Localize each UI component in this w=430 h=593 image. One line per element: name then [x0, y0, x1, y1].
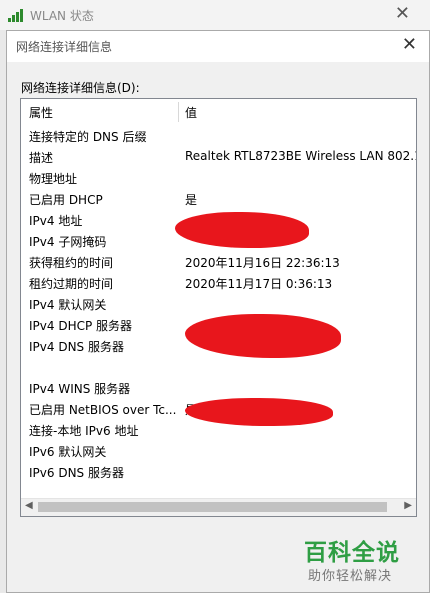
scroll-left-arrow-icon[interactable]: ◀: [25, 500, 33, 511]
table-row[interactable]: 描述 Realtek RTL8723BE Wireless LAN 802.11: [21, 146, 416, 167]
property-cell: 获得租约的时间: [29, 256, 114, 270]
details-group-label: 网络连接详细信息(D):: [21, 81, 140, 95]
property-cell: IPv6 DNS 服务器: [29, 466, 124, 480]
table-row[interactable]: 获得租约的时间 2020年11月16日 22:36:13: [21, 251, 416, 272]
table-row[interactable]: IPv6 默认网关: [21, 440, 416, 461]
listview-header: 属性 值: [21, 99, 416, 125]
table-row[interactable]: 已启用 DHCP 是: [21, 188, 416, 209]
property-cell: 连接-本地 IPv6 地址: [29, 424, 139, 438]
property-cell: 已启用 NetBIOS over Tc...: [29, 403, 177, 417]
property-cell: IPv4 地址: [29, 214, 83, 228]
network-details-dialog: 网络连接详细信息 ✕ 网络连接详细信息(D): 属性 值 连接特定的 DNS 后…: [6, 30, 430, 593]
table-row[interactable]: [21, 356, 416, 377]
wifi-signal-icon: [8, 8, 24, 22]
table-row[interactable]: IPv4 WINS 服务器: [21, 377, 416, 398]
property-cell: IPv4 WINS 服务器: [29, 382, 131, 396]
background-window-title: WLAN 状态: [30, 9, 94, 23]
value-cell: 2020年11月17日 0:36:13: [185, 277, 333, 291]
details-listview[interactable]: 属性 值 连接特定的 DNS 后缀 描述 Realtek RTL8723BE Wi…: [20, 98, 417, 517]
property-cell: 连接特定的 DNS 后缀: [29, 130, 147, 144]
table-row[interactable]: IPv6 DNS 服务器: [21, 461, 416, 482]
property-cell: IPv4 默认网关: [29, 298, 107, 312]
horizontal-scrollbar[interactable]: ◀ ▶: [21, 498, 416, 516]
close-icon[interactable]: ✕: [402, 34, 417, 55]
property-cell: IPv4 子网掩码: [29, 235, 107, 249]
background-window-titlebar: WLAN 状态 ✕: [0, 0, 430, 30]
table-row[interactable]: 租约过期的时间 2020年11月17日 0:36:13: [21, 272, 416, 293]
dialog-title: 网络连接详细信息: [16, 40, 113, 54]
value-cell: Realtek RTL8723BE Wireless LAN 802.11: [185, 149, 417, 163]
value-cell: 2020年11月16日 22:36:13: [185, 256, 340, 270]
scrollbar-thumb[interactable]: [38, 502, 387, 512]
watermark-sub-text: 助你轻松解决: [308, 569, 393, 584]
scroll-right-arrow-icon[interactable]: ▶: [404, 500, 412, 511]
table-row[interactable]: 物理地址: [21, 167, 416, 188]
background-close-icon[interactable]: ✕: [395, 3, 410, 24]
table-row[interactable]: 连接特定的 DNS 后缀: [21, 125, 416, 146]
property-cell: IPv4 DHCP 服务器: [29, 319, 133, 333]
column-header-value[interactable]: 值: [185, 104, 197, 121]
column-header-property[interactable]: 属性: [29, 104, 53, 121]
property-cell: IPv4 DNS 服务器: [29, 340, 124, 354]
watermark-logo: 百科全说 助你轻松解决: [294, 531, 430, 593]
property-cell: 描述: [29, 151, 54, 165]
property-cell: 已启用 DHCP: [29, 193, 103, 207]
property-cell: 租约过期的时间: [29, 277, 114, 291]
column-divider[interactable]: [178, 102, 179, 122]
dialog-titlebar: 网络连接详细信息 ✕: [7, 31, 429, 62]
table-row[interactable]: IPv4 默认网关: [21, 293, 416, 314]
property-cell: 物理地址: [29, 172, 78, 186]
listview-rows: 连接特定的 DNS 后缀 描述 Realtek RTL8723BE Wireles…: [21, 125, 416, 482]
value-cell: 是: [185, 193, 198, 207]
watermark-main-text: 百科全说: [304, 540, 400, 566]
property-cell: IPv6 默认网关: [29, 445, 107, 459]
